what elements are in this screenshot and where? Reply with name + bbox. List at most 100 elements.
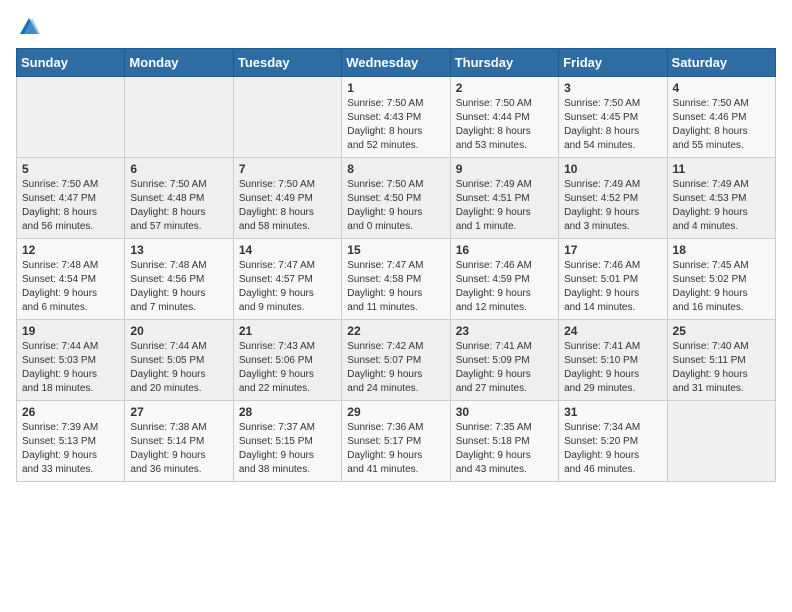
calendar-cell: 4 Sunrise: 7:50 AM Sunset: 4:46 PM Daylig… — [667, 77, 775, 158]
day-number: 7 — [239, 162, 336, 176]
column-header-friday: Friday — [559, 49, 667, 77]
day-number: 19 — [22, 324, 119, 338]
calendar-cell: 13 Sunrise: 7:48 AM Sunset: 4:56 PM Dayli… — [125, 239, 233, 320]
logo — [16, 16, 40, 38]
day-info: Sunrise: 7:41 AM Sunset: 5:10 PM Dayligh… — [564, 340, 661, 396]
logo-icon — [18, 16, 40, 38]
day-info: Sunrise: 7:49 AM Sunset: 4:51 PM Dayligh… — [456, 178, 553, 234]
day-info: Sunrise: 7:45 AM Sunset: 5:02 PM Dayligh… — [673, 259, 770, 315]
day-info: Sunrise: 7:50 AM Sunset: 4:49 PM Dayligh… — [239, 178, 336, 234]
day-number: 20 — [130, 324, 227, 338]
calendar-cell: 17 Sunrise: 7:46 AM Sunset: 5:01 PM Dayli… — [559, 239, 667, 320]
calendar-cell: 8 Sunrise: 7:50 AM Sunset: 4:50 PM Daylig… — [342, 158, 450, 239]
day-number: 6 — [130, 162, 227, 176]
day-info: Sunrise: 7:50 AM Sunset: 4:46 PM Dayligh… — [673, 97, 770, 153]
day-number: 2 — [456, 81, 553, 95]
day-number: 26 — [22, 405, 119, 419]
day-number: 17 — [564, 243, 661, 257]
day-info: Sunrise: 7:50 AM Sunset: 4:45 PM Dayligh… — [564, 97, 661, 153]
calendar-cell: 3 Sunrise: 7:50 AM Sunset: 4:45 PM Daylig… — [559, 77, 667, 158]
day-info: Sunrise: 7:40 AM Sunset: 5:11 PM Dayligh… — [673, 340, 770, 396]
day-info: Sunrise: 7:41 AM Sunset: 5:09 PM Dayligh… — [456, 340, 553, 396]
calendar-table: SundayMondayTuesdayWednesdayThursdayFrid… — [16, 48, 776, 482]
calendar-cell: 10 Sunrise: 7:49 AM Sunset: 4:52 PM Dayli… — [559, 158, 667, 239]
calendar-header-row: SundayMondayTuesdayWednesdayThursdayFrid… — [17, 49, 776, 77]
day-number: 12 — [22, 243, 119, 257]
calendar-cell — [125, 77, 233, 158]
calendar-cell: 20 Sunrise: 7:44 AM Sunset: 5:05 PM Dayli… — [125, 320, 233, 401]
calendar-week-5: 26 Sunrise: 7:39 AM Sunset: 5:13 PM Dayli… — [17, 401, 776, 482]
calendar-cell: 11 Sunrise: 7:49 AM Sunset: 4:53 PM Dayli… — [667, 158, 775, 239]
day-info: Sunrise: 7:35 AM Sunset: 5:18 PM Dayligh… — [456, 421, 553, 477]
day-number: 31 — [564, 405, 661, 419]
column-header-wednesday: Wednesday — [342, 49, 450, 77]
day-number: 15 — [347, 243, 444, 257]
day-info: Sunrise: 7:47 AM Sunset: 4:58 PM Dayligh… — [347, 259, 444, 315]
day-number: 10 — [564, 162, 661, 176]
calendar-week-1: 1Sunrise: 7:50 AM Sunset: 4:43 PM Daylig… — [17, 77, 776, 158]
page-header — [16, 16, 776, 38]
calendar-cell: 5 Sunrise: 7:50 AM Sunset: 4:47 PM Daylig… — [17, 158, 125, 239]
calendar-cell — [233, 77, 341, 158]
day-info: Sunrise: 7:46 AM Sunset: 5:01 PM Dayligh… — [564, 259, 661, 315]
calendar-cell: 15 Sunrise: 7:47 AM Sunset: 4:58 PM Dayli… — [342, 239, 450, 320]
calendar-cell: 26 Sunrise: 7:39 AM Sunset: 5:13 PM Dayli… — [17, 401, 125, 482]
day-info: Sunrise: 7:37 AM Sunset: 5:15 PM Dayligh… — [239, 421, 336, 477]
calendar-cell: 23 Sunrise: 7:41 AM Sunset: 5:09 PM Dayli… — [450, 320, 558, 401]
day-info: Sunrise: 7:42 AM Sunset: 5:07 PM Dayligh… — [347, 340, 444, 396]
calendar-week-3: 12 Sunrise: 7:48 AM Sunset: 4:54 PM Dayli… — [17, 239, 776, 320]
day-info: Sunrise: 7:43 AM Sunset: 5:06 PM Dayligh… — [239, 340, 336, 396]
day-info: Sunrise: 7:46 AM Sunset: 4:59 PM Dayligh… — [456, 259, 553, 315]
day-number: 13 — [130, 243, 227, 257]
day-info: Sunrise: 7:44 AM Sunset: 5:03 PM Dayligh… — [22, 340, 119, 396]
day-info: Sunrise: 7:44 AM Sunset: 5:05 PM Dayligh… — [130, 340, 227, 396]
day-number: 16 — [456, 243, 553, 257]
calendar-cell: 31Sunrise: 7:34 AM Sunset: 5:20 PM Dayli… — [559, 401, 667, 482]
calendar-cell: 30Sunrise: 7:35 AM Sunset: 5:18 PM Dayli… — [450, 401, 558, 482]
day-info: Sunrise: 7:50 AM Sunset: 4:44 PM Dayligh… — [456, 97, 553, 153]
day-number: 25 — [673, 324, 770, 338]
day-info: Sunrise: 7:39 AM Sunset: 5:13 PM Dayligh… — [22, 421, 119, 477]
calendar-cell: 14 Sunrise: 7:47 AM Sunset: 4:57 PM Dayli… — [233, 239, 341, 320]
calendar-cell: 2 Sunrise: 7:50 AM Sunset: 4:44 PM Daylig… — [450, 77, 558, 158]
day-info: Sunrise: 7:50 AM Sunset: 4:47 PM Dayligh… — [22, 178, 119, 234]
calendar-cell — [17, 77, 125, 158]
day-info: Sunrise: 7:38 AM Sunset: 5:14 PM Dayligh… — [130, 421, 227, 477]
calendar-week-4: 19 Sunrise: 7:44 AM Sunset: 5:03 PM Dayli… — [17, 320, 776, 401]
day-info: Sunrise: 7:48 AM Sunset: 4:54 PM Dayligh… — [22, 259, 119, 315]
day-number: 23 — [456, 324, 553, 338]
column-header-saturday: Saturday — [667, 49, 775, 77]
day-info: Sunrise: 7:50 AM Sunset: 4:50 PM Dayligh… — [347, 178, 444, 234]
day-info: Sunrise: 7:50 AM Sunset: 4:43 PM Dayligh… — [347, 97, 444, 153]
day-info: Sunrise: 7:36 AM Sunset: 5:17 PM Dayligh… — [347, 421, 444, 477]
calendar-cell: 27 Sunrise: 7:38 AM Sunset: 5:14 PM Dayli… — [125, 401, 233, 482]
day-number: 3 — [564, 81, 661, 95]
day-info: Sunrise: 7:49 AM Sunset: 4:53 PM Dayligh… — [673, 178, 770, 234]
calendar-cell: 24 Sunrise: 7:41 AM Sunset: 5:10 PM Dayli… — [559, 320, 667, 401]
day-number: 8 — [347, 162, 444, 176]
day-info: Sunrise: 7:47 AM Sunset: 4:57 PM Dayligh… — [239, 259, 336, 315]
day-number: 4 — [673, 81, 770, 95]
day-number: 11 — [673, 162, 770, 176]
column-header-thursday: Thursday — [450, 49, 558, 77]
calendar-cell: 21 Sunrise: 7:43 AM Sunset: 5:06 PM Dayli… — [233, 320, 341, 401]
day-number: 22 — [347, 324, 444, 338]
day-number: 24 — [564, 324, 661, 338]
calendar-week-2: 5 Sunrise: 7:50 AM Sunset: 4:47 PM Daylig… — [17, 158, 776, 239]
day-number: 5 — [22, 162, 119, 176]
day-info: Sunrise: 7:49 AM Sunset: 4:52 PM Dayligh… — [564, 178, 661, 234]
day-number: 27 — [130, 405, 227, 419]
calendar-cell: 25 Sunrise: 7:40 AM Sunset: 5:11 PM Dayli… — [667, 320, 775, 401]
day-number: 18 — [673, 243, 770, 257]
day-number: 21 — [239, 324, 336, 338]
day-info: Sunrise: 7:48 AM Sunset: 4:56 PM Dayligh… — [130, 259, 227, 315]
day-number: 28 — [239, 405, 336, 419]
calendar-cell: 9 Sunrise: 7:49 AM Sunset: 4:51 PM Daylig… — [450, 158, 558, 239]
calendar-cell: 12 Sunrise: 7:48 AM Sunset: 4:54 PM Dayli… — [17, 239, 125, 320]
day-number: 14 — [239, 243, 336, 257]
day-number: 9 — [456, 162, 553, 176]
calendar-cell: 22 Sunrise: 7:42 AM Sunset: 5:07 PM Dayli… — [342, 320, 450, 401]
column-header-monday: Monday — [125, 49, 233, 77]
calendar-cell: 29Sunrise: 7:36 AM Sunset: 5:17 PM Dayli… — [342, 401, 450, 482]
calendar-cell: 7 Sunrise: 7:50 AM Sunset: 4:49 PM Daylig… — [233, 158, 341, 239]
